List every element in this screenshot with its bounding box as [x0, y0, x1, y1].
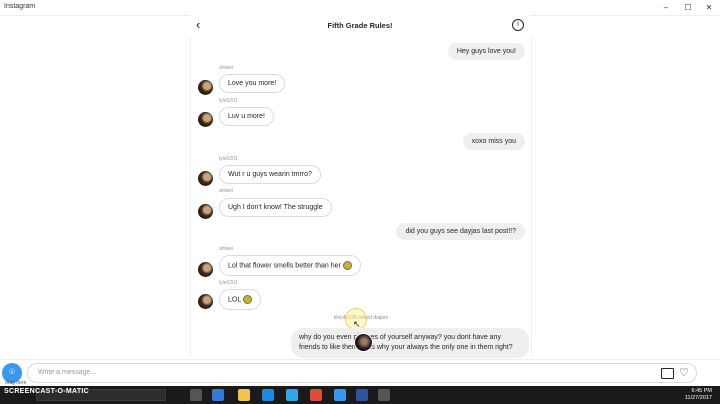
incoming-message[interactable]: Wut r u guys wearin tmrro? [219, 165, 321, 184]
outgoing-message[interactable]: why do you even pictures of yourself any… [291, 328, 529, 358]
edge-icon[interactable] [212, 389, 224, 401]
minimize-button[interactable]: – [656, 1, 676, 14]
app-icon[interactable] [378, 389, 390, 401]
message-composer: ⌾ ♡ [0, 359, 720, 387]
incoming-message[interactable]: LOL [219, 289, 262, 310]
word-icon[interactable] [356, 389, 368, 401]
heart-icon[interactable]: ♡ [679, 366, 689, 379]
sender-name: lyle0201 [219, 280, 238, 286]
close-button[interactable]: ✕ [699, 1, 719, 14]
browser-icon[interactable] [262, 389, 274, 401]
screencast-watermark: SCREENCAST-O-MATIC [4, 388, 89, 395]
avatar[interactable] [198, 80, 213, 95]
message-text: Lol that flower smells better than her [228, 262, 341, 270]
incoming-message[interactable]: Lol that flower smells better than her [219, 255, 361, 276]
message-thread[interactable]: Hey guys love you! ahlwei Love you more!… [190, 37, 532, 358]
message-field[interactable]: ♡ [27, 363, 697, 383]
image-icon[interactable] [661, 368, 674, 379]
instagram-taskbar-icon[interactable] [334, 389, 346, 401]
sender-name: ahlwei [219, 246, 234, 252]
clock-date: 11/27/2017 [684, 395, 712, 401]
sender-name: ahlwei [219, 65, 234, 71]
app-title: Instagram [4, 3, 36, 10]
sender-name: lyle0201 [219, 156, 238, 162]
outgoing-message[interactable]: xoxo miss you [462, 133, 525, 150]
task-view-icon[interactable] [190, 389, 202, 401]
sender-name: ahlwei [219, 188, 234, 194]
emoji-icon [342, 261, 352, 270]
thread-header: ‹ Fifth Grade Rules! i [190, 15, 530, 38]
emoji-icon [243, 295, 253, 304]
system-target[interactable]: daijam [373, 315, 388, 321]
outgoing-message[interactable]: Hey guys love you! [447, 43, 525, 60]
maximize-button[interactable]: ☐ [678, 1, 698, 14]
watermark-hint: drag here [5, 380, 27, 386]
avatar[interactable] [198, 294, 213, 309]
message-input[interactable] [36, 368, 640, 377]
avatar[interactable] [198, 204, 213, 219]
clock: 6:45 PM 11/27/2017 [672, 388, 712, 402]
avatar [354, 333, 373, 352]
incoming-message[interactable]: Ugh I don't know! The struggle [219, 198, 332, 217]
incoming-message[interactable]: Luv u more! [219, 107, 274, 126]
window-titlebar: Instagram – ☐ ✕ [0, 0, 720, 16]
clock-time: 6:45 PM [691, 388, 712, 394]
message-text: LOL [228, 296, 242, 304]
sender-name: lyle0201 [219, 98, 238, 104]
folder-icon[interactable] [238, 389, 250, 401]
avatar[interactable] [198, 262, 213, 277]
avatar[interactable] [198, 112, 213, 127]
avatar[interactable] [198, 171, 213, 186]
incoming-message[interactable]: Love you more! [219, 74, 286, 93]
info-icon[interactable]: i [512, 19, 524, 31]
chrome-icon[interactable] [310, 389, 322, 401]
thread-title: Fifth Grade Rules! [327, 21, 393, 30]
outgoing-message[interactable]: did you guys see dayjas last post!!? [396, 223, 525, 240]
taskbar [0, 386, 720, 404]
store-icon[interactable] [286, 389, 298, 401]
